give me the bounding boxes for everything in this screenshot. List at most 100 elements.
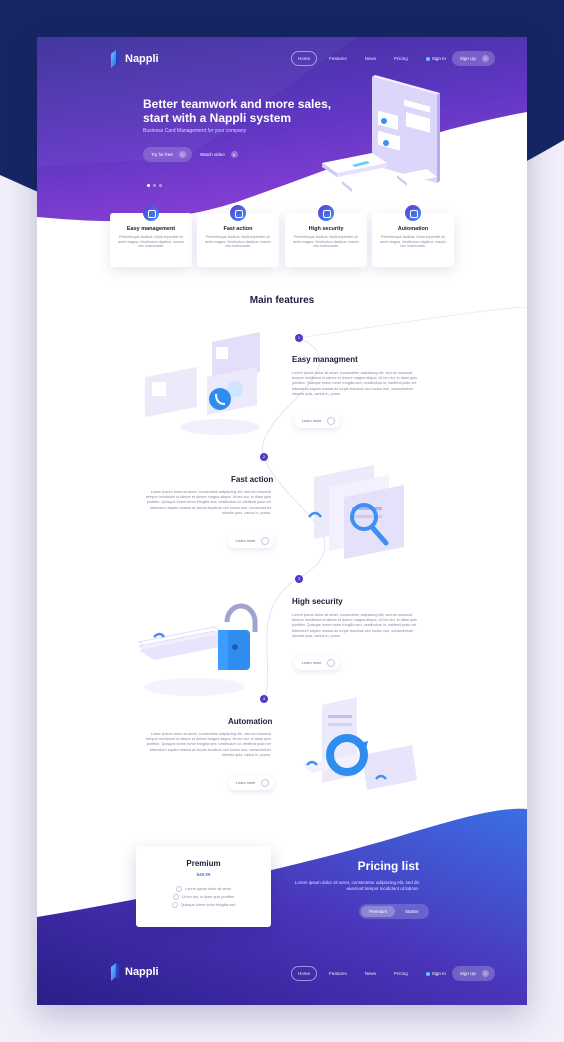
plan-feature: Ut leo dui, in diam quis porttitor <box>136 893 271 901</box>
benefit-text: Pellentesque facilisis. Nulla imperdiet … <box>380 235 446 249</box>
nav-news[interactable]: News <box>359 967 382 980</box>
benefit-card-fast-action: Fast action Pellentesque facilisis. Null… <box>197 205 279 267</box>
arrow-right-icon <box>261 537 270 545</box>
watch-video-label: Watch video <box>200 152 225 157</box>
feature-title: Automation <box>228 717 273 726</box>
sign-in-link[interactable]: Sign In <box>425 971 446 976</box>
plan-price: $49.99 <box>196 872 211 877</box>
learn-more-button[interactable]: Learn more <box>294 414 341 428</box>
benefit-card-easy-management: Easy management Pellentesque facilisis. … <box>110 205 192 267</box>
arrow-right-icon <box>327 417 336 425</box>
logo-text: Nappli <box>125 966 159 978</box>
hero-illustration <box>322 75 440 192</box>
plan-name: Premium <box>186 859 221 868</box>
check-circle-icon <box>172 894 179 900</box>
sign-up-label: Sign Up <box>459 971 476 976</box>
benefit-title: Fast action <box>223 226 253 232</box>
bulb-icon <box>318 205 334 221</box>
nav-home[interactable]: Home <box>291 51 318 66</box>
arrow-right-icon: › <box>178 151 186 158</box>
learn-more-label: Learn more <box>236 539 256 543</box>
sign-up-button[interactable]: Sign Up › <box>451 51 495 66</box>
feature-number: 4 <box>260 695 268 703</box>
check-circle-icon <box>176 886 183 892</box>
feature-text: Lorem ipsum dolor sit amet, consectetur … <box>292 371 417 396</box>
try-free-label: Try for free <box>151 152 173 157</box>
user-icon <box>425 56 430 61</box>
toggle-starter[interactable]: Starter <box>397 906 427 917</box>
benefit-text: Pellentesque facilisis. Nulla imperdiet … <box>205 235 271 249</box>
feature-title: Fast action <box>231 475 274 484</box>
plan-features: Lorem ipsum dolor sit amet Ut leo dui, i… <box>136 885 271 909</box>
feature-illustration-high-security <box>137 603 258 696</box>
logo-text: Nappli <box>125 53 159 65</box>
plan-feature: Quisque lorem tortor fringilla sed <box>136 901 271 909</box>
nav-pricing[interactable]: Pricing <box>388 52 414 65</box>
arrow-right-icon: › <box>481 55 489 62</box>
plan-feature: Lorem ipsum dolor sit amet <box>136 885 271 893</box>
user-icon <box>425 971 430 976</box>
footer-logo[interactable]: Nappli <box>110 963 159 981</box>
learn-more-label: Learn more <box>302 661 322 665</box>
pricing-card-premium: Premium $49.99 Lorem ipsum dolor sit ame… <box>136 846 271 927</box>
feature-number: 1 <box>295 334 303 342</box>
learn-more-button[interactable]: Learn more <box>228 776 275 790</box>
logo-mark-icon <box>111 50 119 68</box>
landing-page: Nappli Home Features News Pricing Sign I… <box>37 37 527 1005</box>
benefit-card-automation: Automation Pellentesque facilisis. Nulla… <box>372 205 454 267</box>
learn-more-label: Learn more <box>302 419 322 423</box>
arrow-right-icon: › <box>481 970 489 977</box>
nav-home[interactable]: Home <box>291 966 318 981</box>
sign-in-label: Sign In <box>431 56 446 61</box>
plan-toggle: Premium Starter <box>359 904 429 919</box>
sign-in-link[interactable]: Sign In <box>425 56 446 61</box>
watch-video-button[interactable]: Watch video ▸ <box>192 147 244 162</box>
pricing-title: Pricing list <box>357 859 419 873</box>
logo[interactable]: Nappli <box>110 50 159 68</box>
learn-more-button[interactable]: Learn more <box>228 534 275 548</box>
pricing-text: Lorem ipsum dolor sit amet, consectetur … <box>294 880 419 891</box>
learn-more-button[interactable]: Learn more <box>294 656 341 670</box>
nav-features[interactable]: Features <box>323 967 353 980</box>
arrow-right-icon <box>261 779 270 787</box>
features-title: Main features <box>249 295 315 306</box>
feature-title: High security <box>292 597 343 606</box>
hand-icon <box>143 205 159 221</box>
slider-dot[interactable] <box>159 184 162 187</box>
feature-illustration-fast-action <box>308 465 404 559</box>
check-circle-icon <box>171 902 178 908</box>
refresh-icon <box>405 205 421 221</box>
slider-dots <box>147 184 162 187</box>
benefit-title: High security <box>308 226 344 232</box>
benefit-card-high-security: High security Pellentesque facilisis. Nu… <box>285 205 367 267</box>
feature-illustration-automation <box>302 697 417 790</box>
benefit-title: Easy management <box>126 226 176 232</box>
play-icon: ▸ <box>230 151 238 158</box>
benefit-text: Pellentesque facilisis. Nulla imperdiet … <box>118 235 184 249</box>
feature-text: Lorem ipsum dolor sit amet, consectetur … <box>146 490 271 515</box>
nav-pricing[interactable]: Pricing <box>388 967 414 980</box>
slider-dot[interactable] <box>147 184 150 187</box>
nav-news[interactable]: News <box>359 52 382 65</box>
features-connector <box>261 307 527 701</box>
feature-illustration-easy-management <box>145 332 260 435</box>
try-free-button[interactable]: Try for free › <box>143 147 192 162</box>
benefit-title: Automation <box>397 226 429 232</box>
feature-title: Easy managment <box>292 355 358 364</box>
slider-dot[interactable] <box>153 184 156 187</box>
footer-nav: Home Features News Pricing Sign In Sign … <box>291 966 495 981</box>
nav-features[interactable]: Features <box>323 52 353 65</box>
toggle-premium[interactable]: Premium <box>361 906 396 917</box>
logo-mark-icon <box>111 963 119 981</box>
feature-number: 2 <box>260 453 268 461</box>
bolt-icon <box>230 205 246 221</box>
benefit-text: Pellentesque facilisis. Nulla imperdiet … <box>293 235 359 249</box>
hero-subtitle: Business Card Management for your compan… <box>143 128 247 134</box>
feature-text: Lorem ipsum dolor sit amet, consectetur … <box>146 732 271 757</box>
sign-in-label: Sign In <box>431 971 446 976</box>
feature-number: 3 <box>295 575 303 583</box>
learn-more-label: Learn more <box>236 781 256 785</box>
arrow-right-icon <box>327 659 336 667</box>
sign-up-button[interactable]: Sign Up › <box>451 966 495 981</box>
sign-up-label: Sign Up <box>459 56 476 61</box>
